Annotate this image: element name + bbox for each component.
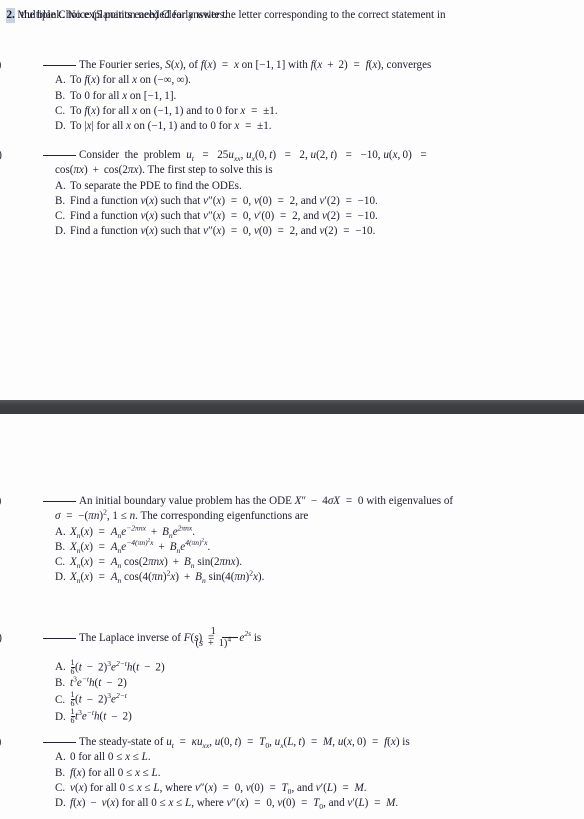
option-a-C[interactable]: C. To f(x) for all x on (−1, 1) and to 0 …	[55, 104, 582, 119]
option-d-C[interactable]: C. 1 6 (t − 2)3e2−t	[55, 691, 582, 708]
part-d: (d)The Laplace inverse of F(s) = 1(s + 1…	[0, 626, 582, 725]
option-b-C[interactable]: C. Find a function v(x) such that v″(x) =…	[55, 209, 582, 224]
option-b-D[interactable]: D. Find a function v(x) such that v″(x) =…	[55, 224, 582, 239]
part-b: (b)Consider the problem ut = 25uxx, ux(0…	[0, 148, 582, 240]
option-c-C[interactable]: C. Xn(x) = An cos(2πnx) + Bn sin(2πnx).	[55, 555, 582, 570]
option-c-D[interactable]: D. Xn(x) = An cos(4(πn)2x) + Bn sin(4(πn)…	[55, 570, 582, 585]
part-a-answer-blank[interactable]	[43, 65, 76, 66]
part-d-answer-blank[interactable]	[43, 637, 76, 639]
part-b-options: A. To separate the PDE to find the ODEs. …	[22, 179, 582, 240]
part-c-stem-line-2: σ = −(πn)2, 1 ≤ n. The corresponding eig…	[55, 507, 309, 523]
part-e-label: (e)	[0, 735, 42, 750]
scan-artifact-band	[0, 400, 584, 414]
part-e: (e)The steady-state of ut = κuxx, u(0, t…	[0, 735, 582, 811]
part-b-answer-blank[interactable]	[43, 155, 76, 156]
part-a-options: A. To f(x) for all x on (−∞, ∞). B. To 0 f…	[22, 73, 582, 134]
part-b-stem-line-1: (b)Consider the problem ut = 25uxx, ux(0…	[0, 148, 582, 163]
option-d-B[interactable]: B. t3e−th(t − 2)	[55, 675, 582, 691]
option-e-B[interactable]: B. f(x) for all 0 ≤ x ≤ L.	[55, 766, 582, 781]
part-c-label: (c)	[0, 494, 42, 509]
question-heading: 2. Multiple Choice (5 points each) Clearl…	[6, 8, 578, 24]
option-c-B[interactable]: B. Xn(x) = Ane−4(πn)2x + Bne4(πn)2x.	[55, 538, 582, 555]
part-a-stem: (a)The Fourier series, S(x), of f(x) = x…	[0, 58, 582, 73]
part-b-stem-line-2: cos(πx) + cos(2πx). The first step to so…	[55, 164, 273, 177]
option-b-A[interactable]: A. To separate the PDE to find the ODEs.	[55, 179, 582, 194]
option-e-D[interactable]: D. f(x) − v(x) for all 0 ≤ x ≤ L, where v…	[55, 796, 582, 811]
option-a-B[interactable]: B. To 0 for all x on [−1, 1].	[55, 89, 582, 104]
part-d-options: A. 1 6 (t − 2)3e2−th(t − 2) B. t3e−th(t − 2)…	[22, 658, 582, 725]
option-e-C[interactable]: C. v(x) for all 0 ≤ x ≤ L, where v″(x) = …	[55, 781, 582, 796]
scanned-exam-page: 2. Multiple Choice (5 points each) Clearl…	[0, 0, 584, 819]
option-a-D[interactable]: D. To |x| for all x on (−1, 1) and to 0 f…	[55, 119, 582, 134]
part-e-stem: (e)The steady-state of ut = κuxx, u(0, t…	[0, 735, 582, 750]
part-c: (c)An initial boundary value problem has…	[0, 494, 582, 586]
option-d-D[interactable]: D. 1 6 t3e−th(t − 2)	[55, 708, 582, 725]
part-b-label: (b)	[0, 148, 42, 163]
option-e-A[interactable]: A. 0 for all 0 ≤ x ≤ L.	[55, 750, 582, 765]
laplace-fraction: 1 (s + 1)4	[195, 626, 238, 650]
part-d-label: (d)	[0, 631, 42, 646]
option-d-A[interactable]: A. 1 6 (t − 2)3e2−th(t − 2)	[55, 658, 582, 676]
part-e-answer-blank[interactable]	[43, 742, 76, 743]
part-c-options: A. Xn(x) = Ane−2πnx + Bne2πnx. B. Xn(x) = …	[22, 524, 582, 586]
part-e-options: A. 0 for all 0 ≤ x ≤ L. B. f(x) for all 0 …	[22, 750, 582, 811]
part-c-answer-blank[interactable]	[43, 501, 76, 502]
part-a: (a)The Fourier series, S(x), of f(x) = x…	[0, 58, 582, 134]
question-number: 2.	[6, 8, 16, 24]
part-d-stem: (d)The Laplace inverse of F(s) = 1(s + 1…	[0, 626, 582, 650]
option-a-A[interactable]: A. To f(x) for all x on (−∞, ∞).	[55, 73, 582, 88]
option-b-B[interactable]: B. Find a function v(x) such that v″(x) =…	[55, 194, 582, 209]
part-a-label: (a)	[0, 58, 42, 73]
